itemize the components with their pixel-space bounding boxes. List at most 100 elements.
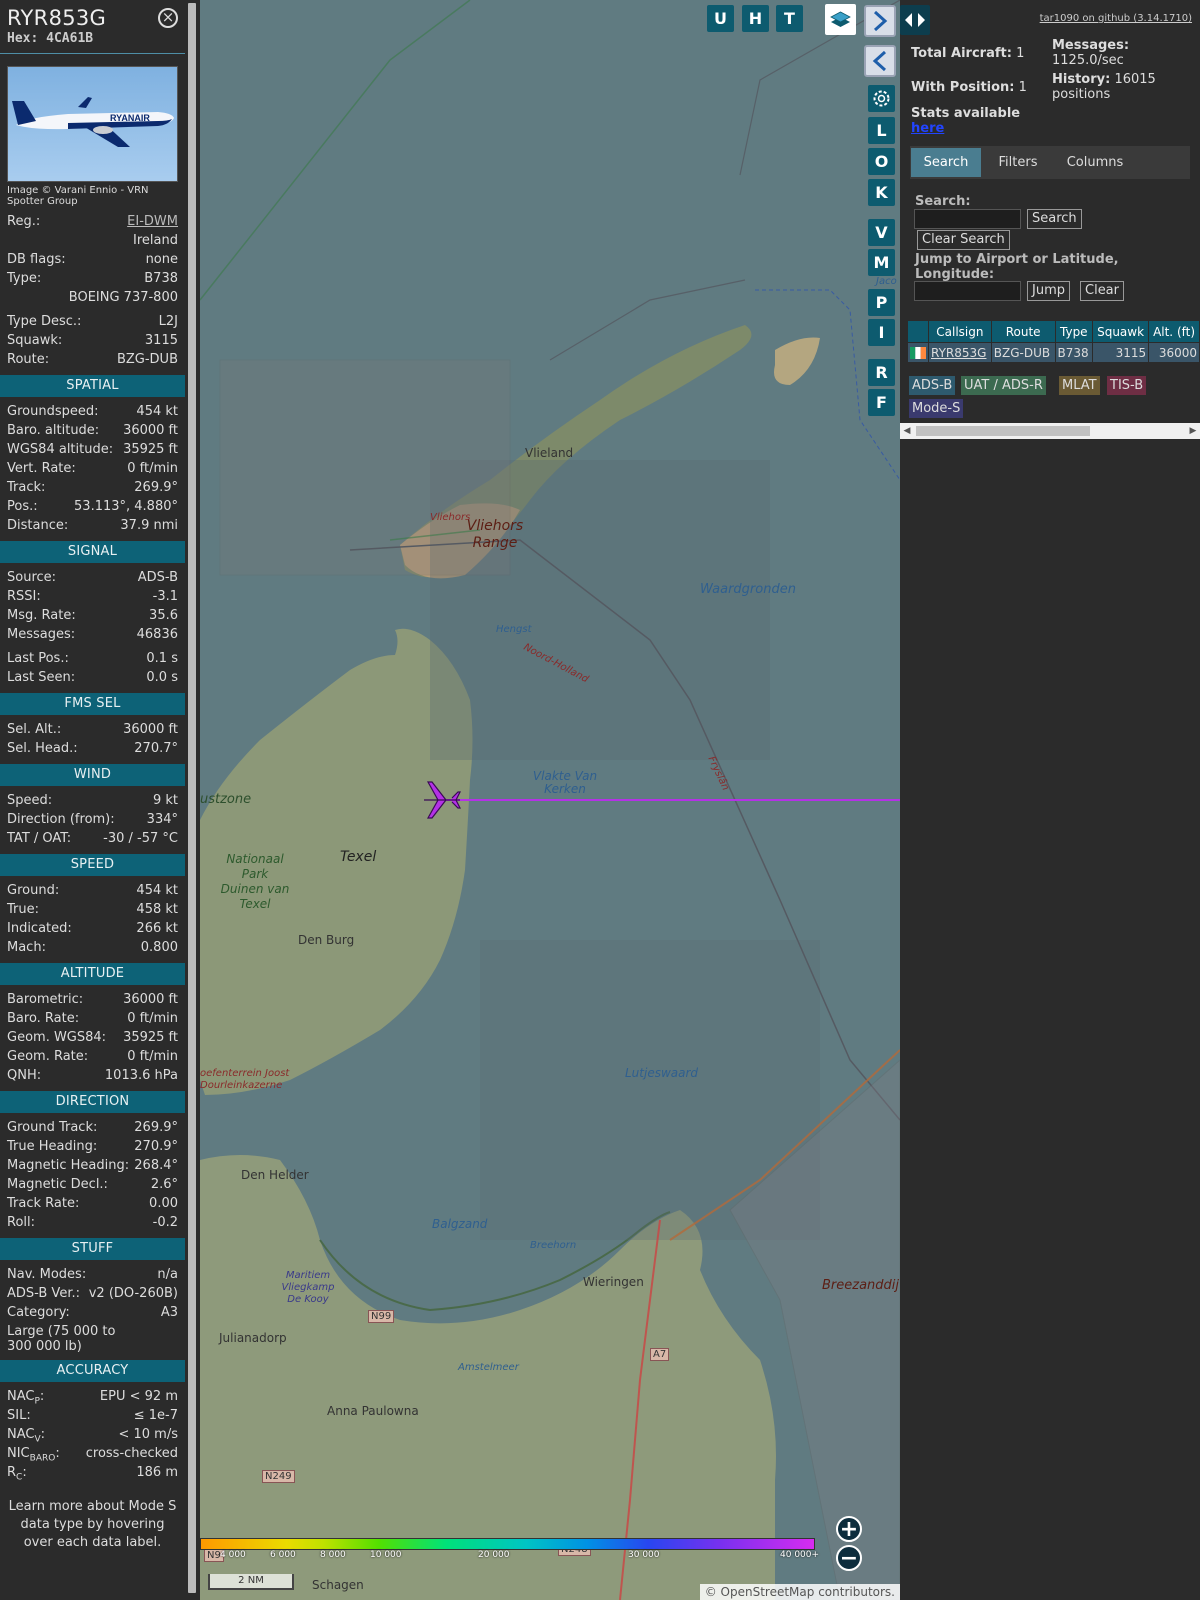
- field-label[interactable]: Ground:: [7, 881, 59, 900]
- callsign-link[interactable]: RYR853G: [931, 346, 986, 360]
- osm-link[interactable]: OpenStreetMap: [721, 1585, 815, 1599]
- field-label[interactable]: Source:: [7, 568, 56, 587]
- field-label[interactable]: Vert. Rate:: [7, 459, 76, 478]
- field-label[interactable]: Baro. altitude:: [7, 421, 99, 440]
- field-label[interactable]: Type:: [7, 269, 41, 288]
- table-row[interactable]: RYR853G BZG-DUB B738 3115 36000: [907, 342, 1200, 363]
- map-button-i[interactable]: I: [868, 319, 895, 346]
- field-label[interactable]: Ground Track:: [7, 1118, 97, 1137]
- field-label[interactable]: Msg. Rate:: [7, 606, 76, 625]
- field-label[interactable]: Track Rate:: [7, 1194, 79, 1213]
- map-button-p[interactable]: P: [868, 289, 895, 316]
- clear-search-button[interactable]: Clear Search: [917, 230, 1010, 250]
- col-squawk[interactable]: Squawk: [1092, 320, 1150, 343]
- field-label[interactable]: Sel. Alt.:: [7, 720, 61, 739]
- zoom-out-button[interactable]: −: [836, 1545, 862, 1571]
- field-label[interactable]: NACP:: [7, 1387, 44, 1407]
- info-scrollbar[interactable]: [185, 0, 200, 1600]
- field-label[interactable]: Nav. Modes:: [7, 1265, 86, 1284]
- map-button-k[interactable]: K: [868, 179, 895, 206]
- scroll-right-icon[interactable]: ▶: [1186, 423, 1200, 439]
- field-label[interactable]: Speed:: [7, 791, 52, 810]
- map-button-h[interactable]: H: [742, 5, 769, 32]
- field-label[interactable]: WGS84 altitude:: [7, 440, 113, 459]
- field-label[interactable]: Barometric:: [7, 990, 83, 1009]
- label-den-helder: Den Helder: [241, 1168, 309, 1182]
- zoom-in-button[interactable]: +: [836, 1516, 862, 1542]
- field-label[interactable]: Baro. Rate:: [7, 1009, 79, 1028]
- field-label[interactable]: DB flags:: [7, 250, 66, 269]
- field-label[interactable]: Geom. WGS84:: [7, 1028, 106, 1047]
- field-label[interactable]: SIL:: [7, 1406, 31, 1425]
- map-button-r[interactable]: R: [868, 359, 895, 386]
- field-label[interactable]: Indicated:: [7, 919, 72, 938]
- field-label[interactable]: Reg.:: [7, 212, 40, 231]
- field-label[interactable]: Last Seen:: [7, 668, 75, 687]
- registration-link[interactable]: EI-DWM: [127, 214, 178, 229]
- map-button-m[interactable]: M: [868, 249, 895, 276]
- tab-columns[interactable]: Columns: [1055, 148, 1135, 177]
- close-icon[interactable]: ×: [158, 8, 178, 28]
- field-label[interactable]: Groundspeed:: [7, 402, 98, 421]
- col-route[interactable]: Route: [990, 320, 1056, 343]
- field-label[interactable]: Pos.:: [7, 497, 38, 516]
- map-view[interactable]: Vlieland Vliehors Vliehors Range Waardgr…: [200, 0, 900, 1600]
- field-label[interactable]: QNH:: [7, 1066, 41, 1085]
- map-button-t[interactable]: T: [776, 5, 803, 32]
- field-label[interactable]: Magnetic Decl.:: [7, 1175, 108, 1194]
- field-label[interactable]: Route:: [7, 350, 49, 369]
- layers-button[interactable]: [825, 4, 856, 35]
- field-value[interactable]: EI-DWM: [127, 212, 178, 231]
- field-label[interactable]: Roll:: [7, 1213, 35, 1232]
- field-label[interactable]: Distance:: [7, 516, 68, 535]
- field-label[interactable]: Category:: [7, 1303, 70, 1322]
- version-link[interactable]: tar1090 on github (3.14.1710): [1040, 13, 1192, 24]
- map-button-v[interactable]: V: [868, 219, 895, 246]
- clear-button[interactable]: Clear: [1080, 281, 1124, 301]
- callsign-cell[interactable]: RYR853G: [928, 342, 992, 363]
- col-flag[interactable]: [907, 320, 929, 343]
- field-label[interactable]: TAT / OAT:: [7, 829, 71, 848]
- stats-link[interactable]: here: [911, 121, 944, 136]
- info-scrollbar-thumb[interactable]: [188, 3, 196, 1593]
- section-header-wind: WIND: [0, 764, 185, 786]
- jump-button[interactable]: Jump: [1027, 281, 1070, 301]
- field-label[interactable]: Last Pos.:: [7, 649, 69, 668]
- field-label[interactable]: Messages:: [7, 625, 75, 644]
- search-input[interactable]: [914, 209, 1021, 229]
- field-label[interactable]: Direction (from):: [7, 810, 115, 829]
- expand-right-button[interactable]: [864, 5, 896, 37]
- tab-search[interactable]: Search: [911, 148, 981, 177]
- table-horizontal-scrollbar[interactable]: ◀ ▶: [900, 423, 1200, 439]
- collapse-left-button[interactable]: [864, 45, 896, 77]
- field-label[interactable]: Mach:: [7, 938, 46, 957]
- field-label[interactable]: Track:: [7, 478, 45, 497]
- col-type[interactable]: Type: [1054, 320, 1094, 343]
- field-label[interactable]: RC:: [7, 1463, 27, 1483]
- field-label[interactable]: NACV:: [7, 1425, 45, 1445]
- field-label[interactable]: NICBARO:: [7, 1444, 60, 1464]
- map-button-u[interactable]: U: [707, 5, 734, 32]
- tab-filters[interactable]: Filters: [985, 148, 1051, 177]
- field-label[interactable]: Squawk:: [7, 331, 62, 350]
- map-button-f[interactable]: F: [868, 389, 895, 416]
- field-label[interactable]: RSSI:: [7, 587, 41, 606]
- field-label[interactable]: Geom. Rate:: [7, 1047, 88, 1066]
- search-button[interactable]: Search: [1027, 209, 1082, 229]
- field-label[interactable]: Magnetic Heading:: [7, 1156, 129, 1175]
- scrollbar-thumb[interactable]: [916, 426, 1090, 436]
- field-label[interactable]: True:: [7, 900, 39, 919]
- settings-button[interactable]: [868, 85, 895, 112]
- map-button-o[interactable]: O: [868, 148, 895, 175]
- map-button-l[interactable]: L: [868, 117, 895, 144]
- field-label[interactable]: True Heading:: [7, 1137, 97, 1156]
- col-altitude[interactable]: Alt. (ft): [1148, 320, 1200, 343]
- scroll-left-icon[interactable]: ◀: [900, 423, 914, 439]
- field-label[interactable]: Type Desc.:: [7, 312, 81, 331]
- col-callsign[interactable]: Callsign: [928, 320, 992, 343]
- field-label[interactable]: Sel. Head.:: [7, 739, 78, 758]
- field-label[interactable]: ADS-B Ver.:: [7, 1284, 80, 1303]
- jump-input[interactable]: [914, 281, 1021, 301]
- aircraft-photo[interactable]: RYANAIR: [7, 66, 178, 182]
- sidebar-toggle-button[interactable]: [900, 5, 930, 35]
